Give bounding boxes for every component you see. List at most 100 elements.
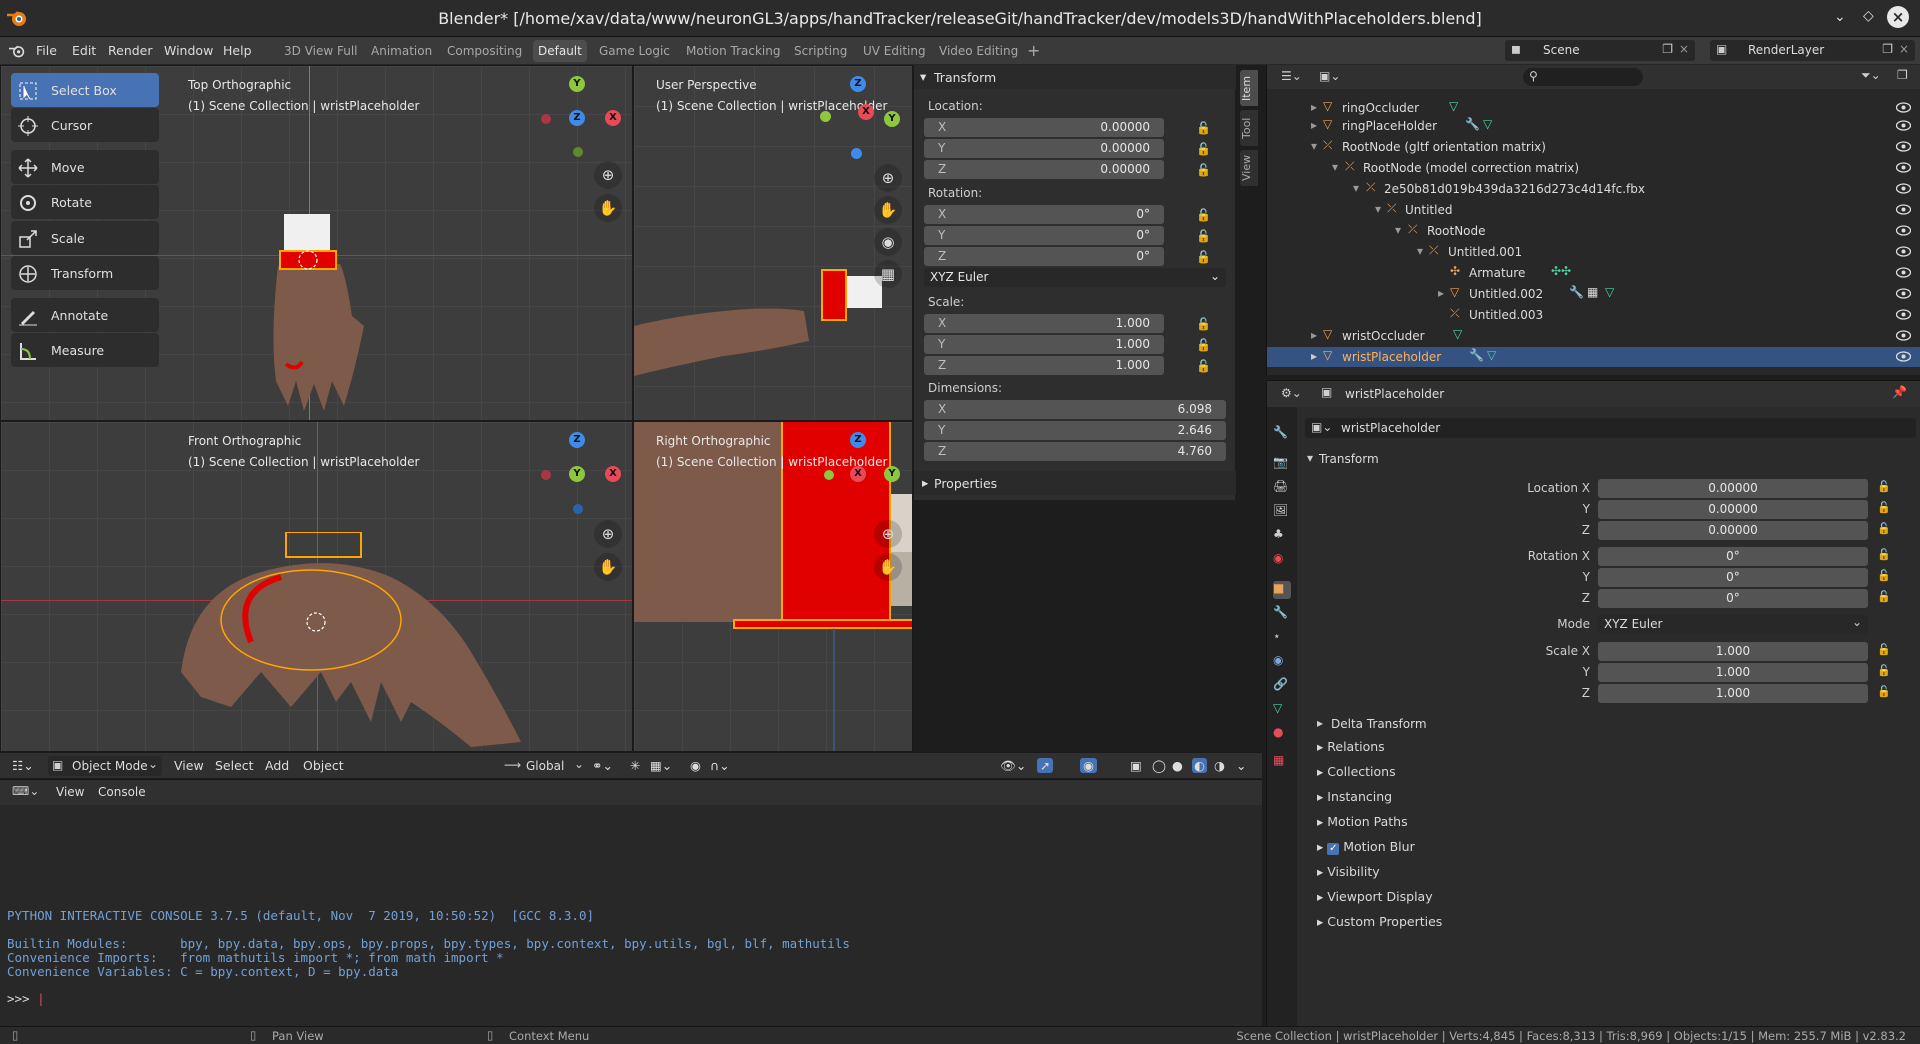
location-y-field[interactable]: Y 0.00000 [924, 139, 1164, 158]
sidebar-tab-view[interactable]: View [1240, 150, 1258, 186]
gizmo-z-axis[interactable]: Z [569, 432, 585, 448]
grid-view-icon[interactable]: ▦ [874, 260, 902, 288]
outliner-item[interactable]: ▾ ⤫ 2e50b81d019b439da3216d273c4d14fc.fbx [1267, 179, 1920, 199]
copy-layer-icon[interactable]: ❐ [1882, 42, 1893, 56]
render-icon[interactable]: 📷 [1273, 455, 1291, 473]
pan-hand-icon[interactable]: ✋ [594, 553, 622, 581]
section-custom-properties[interactable]: ▸ Custom Properties [1317, 914, 1442, 929]
section-relations[interactable]: ▸ Relations [1317, 739, 1385, 754]
tool-move[interactable]: Move [11, 150, 159, 184]
gizmo-neg-y-axis[interactable] [824, 470, 834, 480]
tool-settings-icon[interactable]: 🔧 [1273, 425, 1291, 443]
shading-options-icon[interactable]: ⌄ [1236, 758, 1246, 773]
zoom-icon[interactable]: ⊕ [594, 520, 622, 548]
rotation-x-field[interactable]: 0° [1598, 547, 1868, 566]
gizmo-y-axis[interactable]: Y [884, 466, 900, 482]
console-prompt[interactable]: >>> | [7, 991, 45, 1006]
transform-panel-header[interactable]: ▾ Transform [914, 65, 1236, 89]
lock-icon[interactable]: 🔓 [1877, 664, 1891, 677]
proportional-editing-icon[interactable]: ◉ [690, 758, 701, 773]
transform-orientation-dropdown[interactable]: ⟶ Global ⌄ [500, 756, 586, 776]
remove-scene-icon[interactable]: × [1679, 42, 1689, 56]
outliner-item[interactable]: ▾ ⤫ RootNode (model correction matrix) [1267, 158, 1920, 178]
lock-icon[interactable]: 🔓 [1196, 208, 1211, 222]
tool-rotate[interactable]: Rotate [11, 185, 159, 219]
menu-object[interactable]: Object [303, 758, 344, 773]
tool-annotate[interactable]: Annotate [11, 298, 159, 332]
delta-transform-subpanel[interactable]: ▸ Delta Transform [1317, 714, 1907, 734]
mode-dropdown[interactable]: ▣ Object Mode ⌄ [48, 756, 162, 776]
lock-icon[interactable]: 🔓 [1196, 250, 1211, 264]
tab-motion-tracking[interactable]: Motion Tracking [681, 40, 785, 62]
viewport-user-perspective[interactable]: User Perspective (1) Scene Collection | w… [633, 65, 913, 421]
tool-cursor[interactable]: Cursor [11, 108, 159, 142]
viewport-top-ortho[interactable]: Top Orthographic (1) Scene Collection | w… [0, 65, 633, 421]
viewport-front-ortho[interactable]: Front Orthographic (1) Scene Collection |… [0, 421, 633, 752]
gizmo-neg-y-axis[interactable] [820, 111, 831, 122]
physics-icon[interactable]: ◉ [1273, 653, 1291, 671]
snap-target-icon[interactable]: ▦⌄ [650, 758, 672, 773]
location-z-field[interactable]: Z 0.00000 [924, 160, 1164, 179]
rotation-mode-dropdown[interactable]: XYZ Euler ⌄ [1598, 615, 1868, 634]
gizmo-y-axis[interactable]: Y [884, 111, 900, 127]
outliner-item-selected[interactable]: ▸ ▽ wristPlaceholder 🔧 ▽ [1267, 347, 1920, 367]
new-collection-icon[interactable]: ❐ [1897, 68, 1908, 82]
pan-hand-icon[interactable]: ✋ [874, 196, 902, 224]
gizmo-neg-y-axis[interactable] [573, 147, 583, 157]
display-mode-icon[interactable]: ▣⌄ [1319, 69, 1340, 83]
lock-icon[interactable]: 🔓 [1877, 590, 1891, 603]
output-icon[interactable]: 🖨 [1273, 479, 1291, 497]
particles-icon[interactable]: ⋆ [1273, 629, 1291, 647]
outliner-search-input[interactable]: ⚲ [1523, 68, 1643, 86]
minimize-icon[interactable]: ⌄ [1834, 9, 1846, 25]
tab-uv-editing[interactable]: UV Editing [858, 40, 931, 62]
rendered-shading-icon[interactable]: ◑ [1214, 758, 1225, 773]
properties-editor-icon[interactable]: ⚙⌄ [1281, 386, 1302, 400]
modifiers-icon[interactable]: 🔧 [1273, 605, 1291, 623]
outliner-item[interactable]: ✣ Armature ✣✣ [1267, 263, 1920, 283]
scene-icon[interactable]: ♣ [1273, 527, 1291, 545]
gizmo-x-axis[interactable]: X [605, 466, 621, 482]
rotation-z-field[interactable]: Z 0° [924, 247, 1164, 266]
python-console[interactable]: ⌨⌄ View Console PYTHON INTERACTIVE CONSO… [0, 779, 1262, 1026]
pivot-point-icon[interactable]: ⚭⌄ [592, 758, 613, 773]
filter-icon[interactable]: ⏷⌄ [1861, 68, 1881, 83]
snap-icon[interactable]: ✳ [630, 758, 640, 773]
outliner-item[interactable]: ▸ ▽ ringPlaceHolder 🔧 ▽ [1267, 116, 1920, 136]
scale-y-field[interactable]: Y 1.000 [924, 335, 1164, 354]
section-motion-paths[interactable]: ▸ Motion Paths [1317, 814, 1408, 829]
console-menu-console[interactable]: Console [98, 785, 146, 799]
copy-scene-icon[interactable]: ❐ [1662, 42, 1673, 56]
zoom-icon[interactable]: ⊕ [874, 164, 902, 192]
tool-select-box[interactable]: Select Box [11, 73, 159, 107]
lock-icon[interactable]: 🔓 [1877, 685, 1891, 698]
section-instancing[interactable]: ▸ Instancing [1317, 789, 1392, 804]
section-visibility[interactable]: ▸ Visibility [1317, 864, 1380, 879]
visibility-icon[interactable]: 👁⌄ [1000, 758, 1026, 774]
tab-game-logic[interactable]: Game Logic [594, 40, 675, 62]
constraints-icon[interactable]: 🔗 [1273, 677, 1291, 695]
rotation-mode-dropdown[interactable]: XYZ Euler ⌄ [924, 268, 1226, 287]
sidebar-tab-tool[interactable]: Tool [1240, 110, 1258, 146]
rotation-y-field[interactable]: Y 0° [924, 226, 1164, 245]
tool-measure[interactable]: Measure [11, 333, 159, 367]
menu-view[interactable]: View [174, 758, 204, 773]
mesh-data-icon[interactable]: ▽ [1273, 701, 1291, 719]
viewport-right-ortho[interactable]: Right Orthographic (1) Scene Collection |… [633, 421, 913, 752]
xray-toggle-icon[interactable]: ▣ [1130, 758, 1142, 773]
remove-layer-icon[interactable]: × [1899, 42, 1909, 56]
menu-render[interactable]: Render [108, 43, 153, 58]
outliner-item[interactable]: ▾ ⤫ RootNode [1267, 221, 1920, 241]
outliner-item[interactable]: ▸ ▽ ringOccluder ▽ [1267, 98, 1920, 118]
menu-edit[interactable]: Edit [72, 43, 96, 58]
outliner-item[interactable]: ▾ ⤫ RootNode (gltf orientation matrix) [1267, 137, 1920, 157]
outliner-item[interactable]: ▾ ⤫ Untitled.001 [1267, 242, 1920, 262]
zoom-icon[interactable]: ⊕ [874, 520, 902, 548]
menu-help[interactable]: Help [223, 43, 252, 58]
outliner-item[interactable]: ⤫ Untitled.003 [1267, 305, 1920, 325]
object-icon[interactable]: ■ [1273, 581, 1291, 599]
section-motion-blur[interactable]: ▸ ✓ Motion Blur [1317, 839, 1415, 855]
scale-x-field[interactable]: X 1.000 [924, 314, 1164, 333]
outliner-editor-icon[interactable]: ☰⌄ [1281, 69, 1302, 83]
menu-add[interactable]: Add [265, 758, 289, 773]
